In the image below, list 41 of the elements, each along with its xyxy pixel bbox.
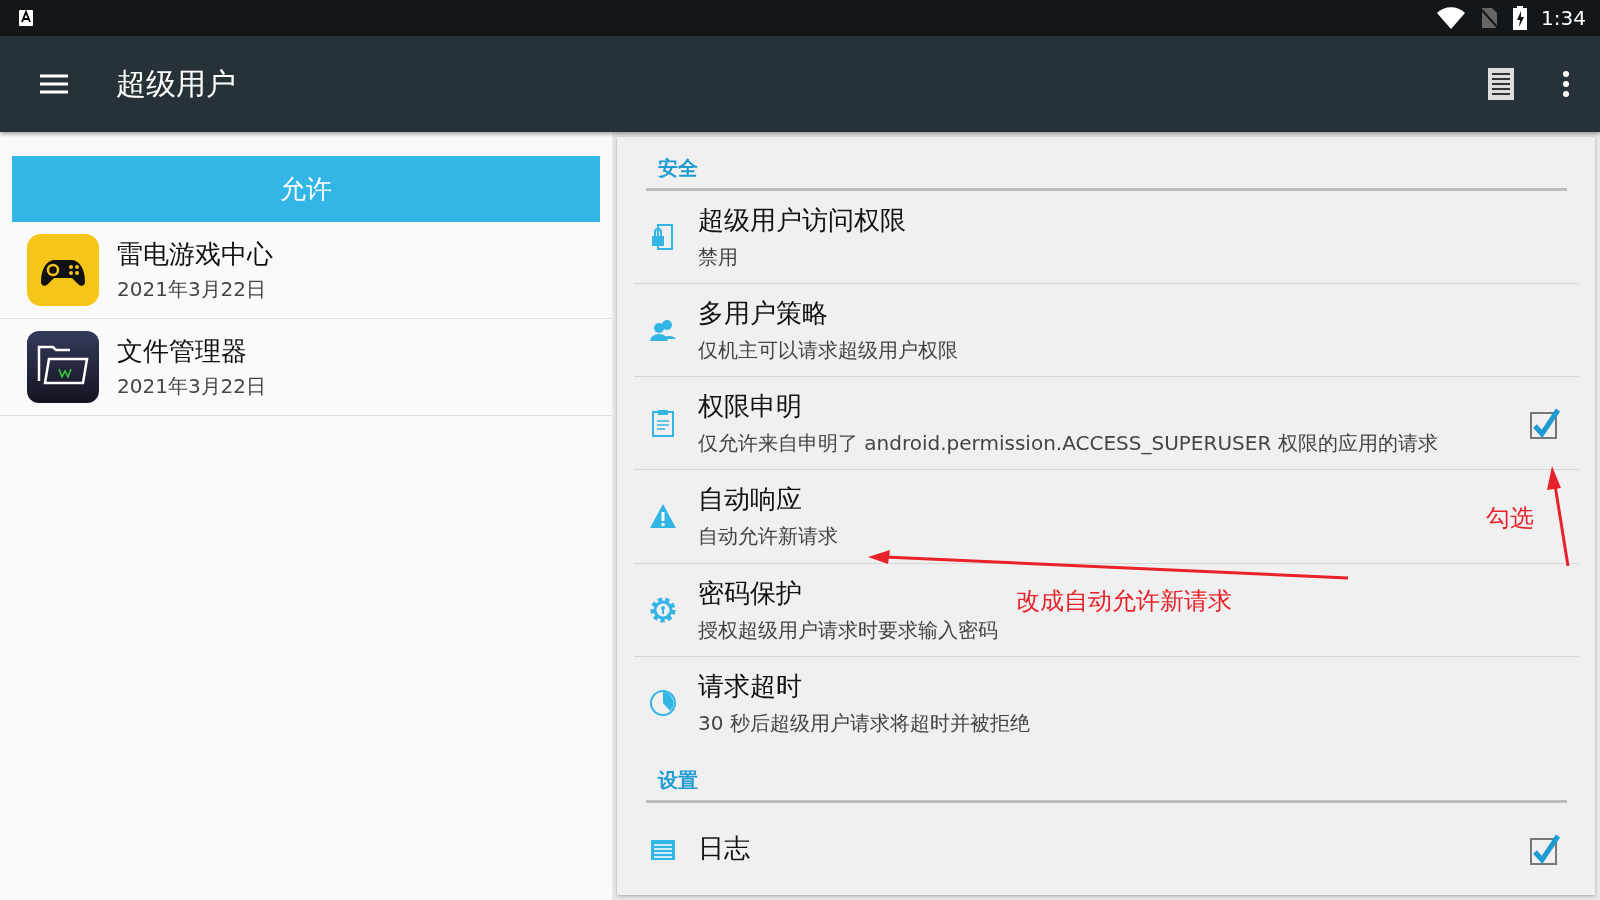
app-date: 2021年3月22日 [117,373,267,400]
annotation-text: 改成自动允许新请求 [1016,586,1232,617]
app-title: 超级用户 [116,64,237,103]
settings-item[interactable]: 超级用户访问权限 禁用 [634,191,1579,285]
app-name: 文件管理器 [117,335,248,368]
settings-item[interactable]: 权限申明 仅允许来自申明了 android.permission.ACCESS_SUPERUSER 权限的应用的请求 [634,377,1579,471]
item-summary: 自动允许新请求 [698,523,839,551]
gamepad-app-icon [27,234,99,306]
log-document-icon[interactable] [1488,68,1514,100]
no-sim-icon [1479,7,1500,29]
app-date: 2021年3月22日 [117,276,268,303]
app-list-item[interactable]: 雷电游戏中心 2021年3月22日 [0,222,612,319]
clock-icon [648,687,678,718]
more-options-icon[interactable] [1562,70,1570,98]
settings-item[interactable]: 请求超时 30 秒后超级用户请求将超时并被拒绝 [634,656,1579,749]
section-header: 设置 [646,748,1567,803]
item-title: 超级用户访问权限 [698,204,906,238]
item-summary: 授权超级用户请求时要求输入密码 [698,616,999,644]
battery-charging-icon [1513,6,1528,30]
settings-item[interactable]: 日志 [634,802,1579,895]
app-list-item[interactable]: 文件管理器 2021年3月22日 [0,319,612,416]
settings-item[interactable]: 多用户策略 仅机主可以请求超级用户权限 [634,284,1579,378]
item-summary: 仅机主可以请求超级用户权限 [698,337,959,365]
section-header: 安全 [646,137,1567,191]
item-summary: 30 秒后超级用户请求将超时并被拒绝 [698,709,1031,737]
item-title: 多用户策略 [698,297,828,331]
item-title: 自动响应 [698,483,802,517]
wifi-icon [1437,7,1466,29]
item-summary: 仅允许来自申明了 android.permission.ACCESS_SUPERUSER 权限的应用的请求 [698,430,1439,458]
notification-icon [18,9,34,27]
item-title: 日志 [698,832,750,866]
item-summary: 禁用 [698,244,739,272]
clock-time: 1:34 [1541,6,1586,30]
annotation-text: 勾选 [1486,503,1534,534]
menu-icon[interactable] [40,73,68,95]
item-title: 权限申明 [698,390,802,424]
item-title: 请求超时 [698,669,802,703]
app-name: 雷电游戏中心 [117,238,273,271]
item-title: 密码保护 [698,576,802,610]
checkbox[interactable] [1529,406,1561,441]
folder-app-icon [27,331,99,403]
